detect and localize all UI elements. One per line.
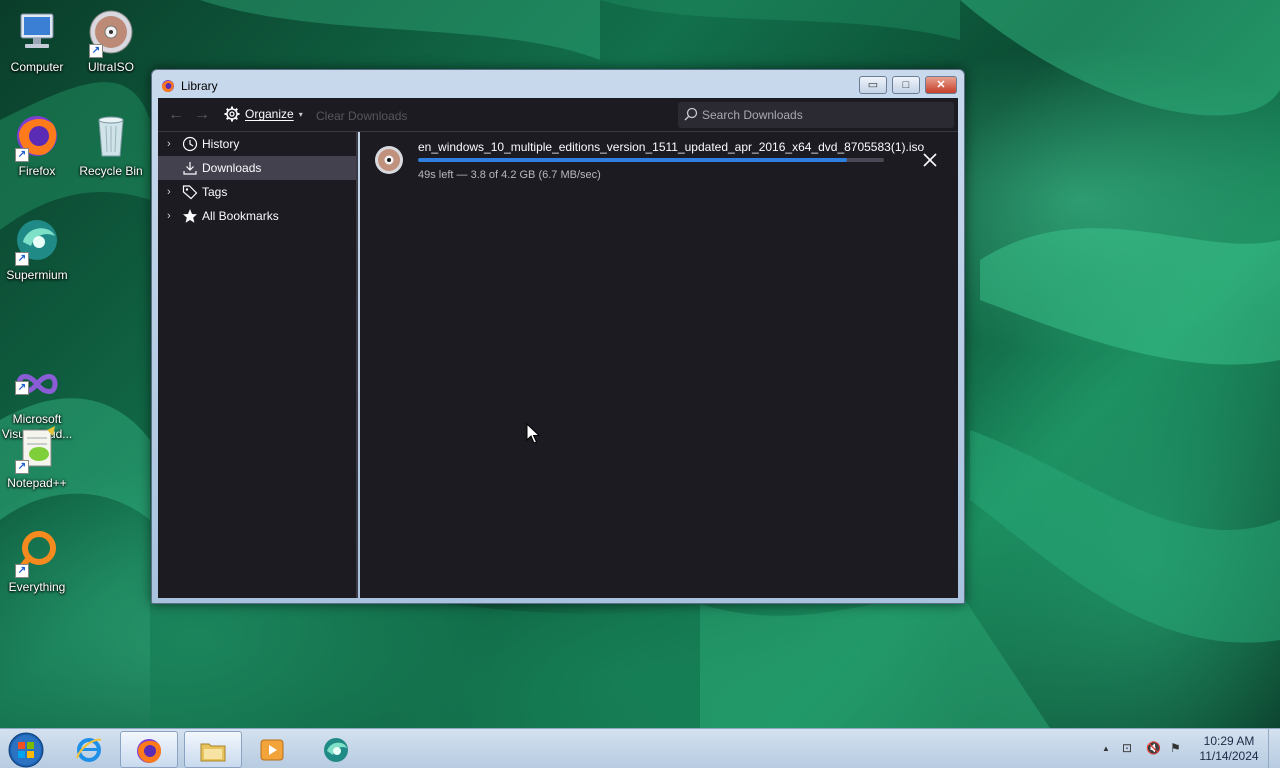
maximize-button[interactable]: □ xyxy=(892,76,920,94)
everything-icon: ↗ xyxy=(13,528,61,578)
desktop-icon-notepadpp[interactable]: ↗ Notepad++ xyxy=(0,424,74,491)
organize-label: Organize xyxy=(245,107,294,121)
chevron-down-icon: ▾ xyxy=(298,109,303,119)
action-center-flag-icon[interactable]: ⚑ xyxy=(1170,741,1181,755)
sidebar-item-all-bookmarks[interactable]: › All Bookmarks xyxy=(158,204,356,228)
desktop-icon-label: Notepad++ xyxy=(7,476,67,490)
close-button[interactable]: ✕ xyxy=(925,76,957,94)
desktop-icon-firefox[interactable]: ↗ Firefox xyxy=(0,112,74,179)
taskbar-internet-explorer[interactable] xyxy=(61,731,119,768)
volume-muted-icon[interactable]: 🔇 xyxy=(1146,741,1161,755)
disc-icon: ↗ xyxy=(87,8,135,58)
notepadpp-icon: ↗ xyxy=(13,424,61,474)
sidebar-item-label: Downloads xyxy=(202,161,262,175)
folder-icon xyxy=(200,743,226,762)
disc-icon xyxy=(375,146,403,174)
shortcut-arrow-icon: ↗ xyxy=(15,148,29,162)
windows-orb-icon[interactable] xyxy=(6,731,46,768)
taskbar-file-explorer[interactable] xyxy=(184,731,242,768)
desktop-icon-label: Firefox xyxy=(18,164,56,178)
chevron-right-icon[interactable]: › xyxy=(167,132,171,156)
desktop-icon-label: Computer xyxy=(10,60,64,74)
sidebar-item-label: All Bookmarks xyxy=(202,209,279,223)
firefox-icon: ↗ xyxy=(13,112,61,162)
desktop-icon-label: Everything xyxy=(8,580,66,594)
taskbar-supermium[interactable] xyxy=(308,731,366,768)
desktop-icon-computer[interactable]: Computer xyxy=(0,8,74,75)
recycle-bin-icon xyxy=(87,112,135,160)
shortcut-arrow-icon: ↗ xyxy=(15,381,29,395)
library-sidebar: › History Downloads › Tags › All Bookmar… xyxy=(158,132,358,598)
shortcut-arrow-icon: ↗ xyxy=(15,252,29,266)
taskbar-firefox[interactable] xyxy=(120,731,178,768)
star-icon xyxy=(183,209,197,223)
tag-icon xyxy=(182,185,198,200)
search-icon xyxy=(684,107,698,121)
computer-icon xyxy=(13,8,61,56)
sidebar-item-tags[interactable]: › Tags xyxy=(158,180,356,204)
close-icon[interactable] xyxy=(920,150,940,170)
desktop-icon-label: UltraISO xyxy=(87,60,134,74)
supermium-icon xyxy=(324,738,348,762)
clock-icon xyxy=(182,136,198,152)
download-filename: en_windows_10_multiple_editions_version_… xyxy=(418,140,925,154)
shortcut-arrow-icon: ↗ xyxy=(15,460,29,474)
visual-studio-icon: ↗ xyxy=(13,345,61,395)
network-icon[interactable]: ⊡ xyxy=(1122,741,1132,755)
ie-icon xyxy=(76,738,102,762)
desktop-icon-recycle-bin[interactable]: Recycle Bin xyxy=(74,112,148,179)
minimize-button[interactable]: ▭ xyxy=(859,76,887,94)
system-tray: ▲ ⊡ 🔇 ⚑ xyxy=(1098,729,1198,768)
shortcut-arrow-icon: ↗ xyxy=(89,44,103,58)
download-progress-fill xyxy=(418,158,847,162)
desktop-icon-label: Recycle Bin xyxy=(79,164,143,178)
chevron-right-icon[interactable]: › xyxy=(167,204,171,228)
media-player-icon xyxy=(260,739,284,761)
gear-icon xyxy=(224,106,240,122)
forward-button[interactable]: → xyxy=(194,106,210,124)
firefox-icon xyxy=(162,80,174,92)
window-title: Library xyxy=(181,79,218,93)
search-box[interactable] xyxy=(678,102,954,128)
shortcut-arrow-icon: ↗ xyxy=(15,564,29,578)
organize-button[interactable]: Organize ▾ xyxy=(224,106,303,122)
desktop-icon-everything[interactable]: ↗ Everything xyxy=(0,528,74,595)
library-toolbar: ← → Organize ▾ Clear Downloads xyxy=(158,98,958,132)
download-progress-bar xyxy=(418,158,884,162)
desktop-icon-label: Supermium xyxy=(6,268,68,282)
library-window: Library ▭ □ ✕ ← → Organize ▾ Clear Downl… xyxy=(151,69,965,604)
clock-date: 11/14/2024 xyxy=(1199,749,1259,763)
mouse-cursor-icon xyxy=(526,423,540,444)
download-item[interactable]: en_windows_10_multiple_editions_version_… xyxy=(360,132,958,192)
desktop-icon-supermium[interactable]: ↗ Supermium xyxy=(0,216,74,283)
search-input[interactable] xyxy=(702,105,947,125)
taskbar: ▲ ⊡ 🔇 ⚑ 10:29 AM 11/14/2024 xyxy=(0,728,1280,768)
supermium-icon: ↗ xyxy=(13,216,61,266)
title-bar[interactable]: Library ▭ □ ✕ xyxy=(152,70,964,100)
sidebar-item-history[interactable]: › History xyxy=(158,132,356,156)
clock-time: 10:29 AM xyxy=(1203,734,1255,748)
taskbar-clock[interactable]: 10:29 AM 11/14/2024 xyxy=(1190,734,1268,764)
show-hidden-icons-button[interactable]: ▲ xyxy=(1102,744,1110,753)
back-button[interactable]: ← xyxy=(168,106,184,124)
sidebar-item-label: History xyxy=(202,137,240,151)
download-status: 49s left — 3.8 of 4.2 GB (6.7 MB/sec) xyxy=(418,169,601,181)
show-desktop-button[interactable] xyxy=(1268,729,1280,768)
download-icon xyxy=(183,162,197,175)
downloads-list: en_windows_10_multiple_editions_version_… xyxy=(360,132,958,598)
firefox-icon xyxy=(137,739,162,763)
taskbar-media-player[interactable] xyxy=(244,731,302,768)
chevron-right-icon[interactable]: › xyxy=(167,180,171,204)
sidebar-item-downloads[interactable]: Downloads xyxy=(158,156,356,180)
desktop-icon-ultraiso[interactable]: ↗ UltraISO xyxy=(74,8,148,75)
clear-downloads-button[interactable]: Clear Downloads xyxy=(316,109,407,123)
sidebar-item-label: Tags xyxy=(202,185,228,199)
